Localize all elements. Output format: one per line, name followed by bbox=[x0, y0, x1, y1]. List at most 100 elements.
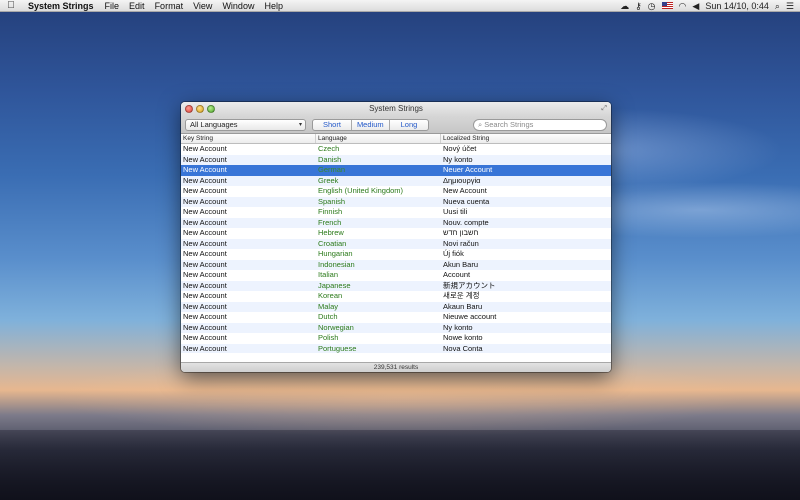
cloud-icon[interactable]: ☁ bbox=[620, 0, 629, 12]
cell-key-string: New Account bbox=[183, 207, 227, 216]
list-icon[interactable]: ☰ bbox=[786, 0, 794, 12]
cell-localized-string: New Account bbox=[443, 186, 487, 195]
cell-language: English (United Kingdom) bbox=[318, 186, 404, 195]
language-select-value: All Languages bbox=[190, 119, 238, 129]
cell-localized-string: Novi račun bbox=[443, 238, 479, 248]
menu-format[interactable]: Format bbox=[150, 0, 189, 12]
title-bar[interactable]: System Strings ⤢ bbox=[181, 102, 611, 116]
table-row[interactable]: New Account Greek Δημιουργία bbox=[181, 175, 611, 186]
cell-key-string: New Account bbox=[183, 322, 227, 332]
table-row[interactable]: New Account Spanish Nueva cuenta bbox=[181, 196, 611, 207]
system-strings-window: System Strings ⤢ All Languages ▾ Short M… bbox=[181, 102, 611, 372]
cell-key-string: New Account bbox=[183, 165, 227, 174]
search-input[interactable] bbox=[484, 120, 603, 129]
segment-medium[interactable]: Medium bbox=[352, 119, 390, 130]
cell-language: Polish bbox=[318, 333, 339, 342]
table-row[interactable]: New Account Czech Nový účet bbox=[181, 144, 611, 155]
language-select[interactable]: All Languages ▾ bbox=[185, 118, 306, 131]
search-field[interactable]: ⌕ bbox=[473, 118, 607, 131]
column-header-key[interactable]: Key String bbox=[181, 134, 316, 143]
flag-icon[interactable] bbox=[661, 2, 673, 9]
cell-language: Indonesian bbox=[318, 259, 355, 269]
table-row[interactable]: New Account Japanese 新規アカウント bbox=[181, 280, 611, 291]
cell-key-string: New Account bbox=[183, 333, 227, 342]
app-menu[interactable]: System Strings bbox=[22, 0, 100, 12]
cell-localized-string: Nový účet bbox=[443, 144, 477, 153]
table-row[interactable]: New Account Hungarian Új fiók bbox=[181, 249, 611, 260]
spotlight-icon[interactable]: ⌕ bbox=[775, 0, 780, 12]
table-row[interactable]: New Account Indonesian Akun Baru bbox=[181, 259, 611, 270]
table-row[interactable]: New Account Finnish Uusi tili bbox=[181, 207, 611, 218]
window-title: System Strings bbox=[369, 104, 423, 113]
table-row[interactable]: New Account Croatian Novi račun bbox=[181, 238, 611, 249]
key-icon[interactable]: ⚷ bbox=[635, 0, 642, 12]
zoom-window-button[interactable] bbox=[207, 105, 215, 113]
cell-key-string: New Account bbox=[183, 249, 227, 258]
cell-localized-string: Account bbox=[443, 270, 471, 279]
table-row[interactable]: New Account English (United Kingdom) New A… bbox=[181, 186, 611, 197]
cell-localized-string: Új fiók bbox=[443, 249, 464, 258]
menu-edit[interactable]: Edit bbox=[124, 0, 150, 12]
cell-key-string: New Account bbox=[183, 238, 227, 248]
cell-localized-string: Akun Baru bbox=[443, 259, 479, 269]
minimize-window-button[interactable] bbox=[196, 105, 204, 113]
table-row[interactable]: New Account Polish Nowe konto bbox=[181, 333, 611, 344]
cell-key-string: New Account bbox=[183, 196, 227, 206]
chevron-down-icon: ▾ bbox=[298, 121, 302, 128]
segment-long[interactable]: Long bbox=[390, 120, 429, 130]
cell-language: Czech bbox=[318, 144, 340, 153]
table-row[interactable]: New Account German Neuer Account bbox=[181, 165, 611, 176]
cell-language: Norwegian bbox=[318, 322, 354, 332]
cell-localized-string: Nouv. compte bbox=[443, 217, 489, 227]
cell-language: Japanese bbox=[318, 280, 351, 290]
cell-localized-string: 새로운 계정 bbox=[443, 291, 480, 300]
column-header-language[interactable]: Language bbox=[316, 134, 441, 143]
cell-key-string: New Account bbox=[183, 270, 227, 279]
cell-key-string: New Account bbox=[183, 259, 227, 269]
cell-language: Finnish bbox=[318, 207, 343, 216]
cell-language: Spanish bbox=[318, 196, 346, 206]
apple-menu-icon[interactable]:  bbox=[0, 0, 22, 11]
clock-text[interactable]: Sun 14/10, 0:44 bbox=[705, 0, 769, 12]
menu-view[interactable]: View bbox=[188, 0, 217, 12]
clock-icon[interactable]: ◷ bbox=[648, 0, 656, 12]
segment-short[interactable]: Short bbox=[313, 119, 352, 130]
table-row[interactable]: New Account Hebrew חשבון חדש bbox=[181, 228, 611, 239]
cell-localized-string: 新規アカウント bbox=[443, 280, 496, 290]
results-count: 239,531 results bbox=[373, 364, 419, 371]
menu-window[interactable]: Window bbox=[217, 0, 259, 12]
cell-localized-string: Ny konto bbox=[443, 154, 473, 164]
cell-localized-string: Nowe konto bbox=[443, 333, 483, 342]
column-header-localized[interactable]: Localized String bbox=[441, 134, 611, 143]
cell-key-string: New Account bbox=[183, 154, 227, 164]
cell-localized-string: Nova Conta bbox=[443, 343, 483, 353]
menu-bar:  System Strings File Edit Format View W… bbox=[0, 0, 800, 12]
volume-icon[interactable]: ◀ bbox=[692, 0, 699, 12]
table-row[interactable]: New Account Dutch Nieuwe account bbox=[181, 312, 611, 323]
fullscreen-icon[interactable]: ⤢ bbox=[601, 105, 607, 113]
table-row[interactable]: New Account Malay Akaun Baru bbox=[181, 301, 611, 312]
cell-language: Portuguese bbox=[318, 343, 357, 353]
cell-language: Korean bbox=[318, 291, 343, 300]
table-row[interactable]: New Account Korean 새로운 계정 bbox=[181, 291, 611, 302]
table-row[interactable]: New Account Portuguese Nova Conta bbox=[181, 343, 611, 353]
menu-file[interactable]: File bbox=[100, 0, 125, 12]
cell-key-string: New Account bbox=[183, 343, 227, 353]
cell-key-string: New Account bbox=[183, 186, 227, 195]
status-area: ☁ ⚷ ◷ ◠ ◀ Sun 14/10, 0:44 ⌕ ☰ bbox=[620, 0, 800, 12]
wifi-icon[interactable]: ◠ bbox=[679, 0, 687, 12]
cell-key-string: New Account bbox=[183, 301, 227, 311]
table-row[interactable]: New Account Danish Ny konto bbox=[181, 154, 611, 165]
menu-help[interactable]: Help bbox=[259, 0, 288, 12]
cell-language: Croatian bbox=[318, 238, 347, 248]
cell-localized-string: Nieuwe account bbox=[443, 312, 497, 321]
table-row[interactable]: New Account Norwegian Ny konto bbox=[181, 322, 611, 333]
cell-language: Hungarian bbox=[318, 249, 353, 258]
cell-key-string: New Account bbox=[183, 312, 227, 321]
table-row[interactable]: New Account French Nouv. compte bbox=[181, 217, 611, 228]
close-window-button[interactable] bbox=[185, 105, 193, 113]
cell-language: Hebrew bbox=[318, 228, 344, 237]
cell-language: Greek bbox=[318, 175, 339, 185]
table-row[interactable]: New Account Italian Account bbox=[181, 270, 611, 281]
cell-localized-string: Δημιουργία bbox=[443, 175, 481, 185]
